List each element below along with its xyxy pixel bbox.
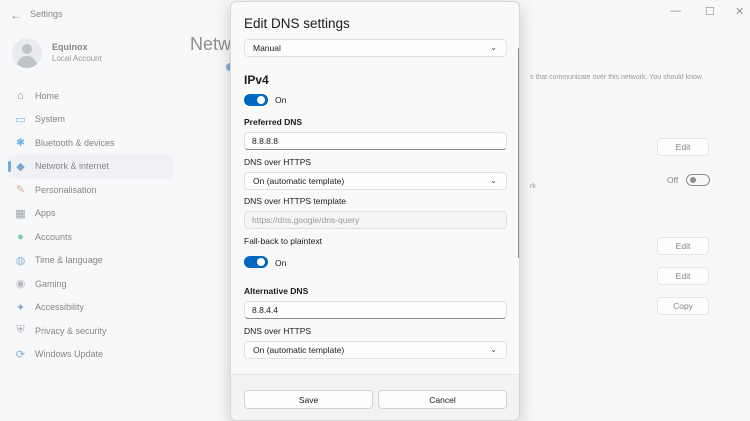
alternative-dns-label: Alternative DNS — [244, 286, 309, 296]
alt-dns-over-https-select[interactable]: On (automatic template) ⌄ — [244, 341, 507, 359]
preferred-dns-label: Preferred DNS — [244, 117, 303, 127]
chevron-down-icon: ⌄ — [490, 345, 497, 354]
alt-dns-over-https-value: On (automatic template) — [253, 345, 345, 355]
ipv4-toggle[interactable] — [244, 94, 268, 106]
save-button[interactable]: Save — [244, 390, 373, 409]
fallback-label: Fall-back to plaintext — [244, 236, 322, 246]
dialog-title: Edit DNS settings — [244, 16, 350, 31]
ipv4-heading: IPv4 — [244, 73, 269, 87]
cancel-button[interactable]: Cancel — [378, 390, 507, 409]
dns-over-https-select[interactable]: On (automatic template) ⌄ — [244, 172, 507, 190]
doh-template-label: DNS over HTTPS template — [244, 196, 347, 206]
edit-dns-dialog: Edit DNS settings Manual ⌄ IPv4 On Prefe… — [230, 1, 520, 421]
dns-over-https-label: DNS over HTTPS — [244, 157, 312, 167]
dialog-footer: Save Cancel — [231, 374, 519, 420]
chevron-down-icon: ⌄ — [490, 43, 497, 52]
chevron-down-icon: ⌄ — [490, 176, 497, 185]
fallback-toggle-label: On — [275, 258, 287, 268]
alt-dns-over-https-label: DNS over HTTPS — [244, 326, 312, 336]
dialog-scrollbar[interactable] — [518, 48, 519, 258]
dns-over-https-value: On (automatic template) — [253, 176, 345, 186]
preferred-dns-input[interactable]: 8.8.8.8 — [244, 132, 507, 150]
dns-mode-value: Manual — [253, 43, 281, 53]
ipv4-toggle-label: On — [275, 95, 287, 105]
doh-template-input[interactable]: https://dns.google/dns-query — [244, 211, 507, 229]
alternative-dns-input[interactable]: 8.8.4.4 — [244, 301, 507, 319]
dns-mode-select[interactable]: Manual ⌄ — [244, 39, 507, 57]
fallback-toggle[interactable] — [244, 256, 268, 268]
